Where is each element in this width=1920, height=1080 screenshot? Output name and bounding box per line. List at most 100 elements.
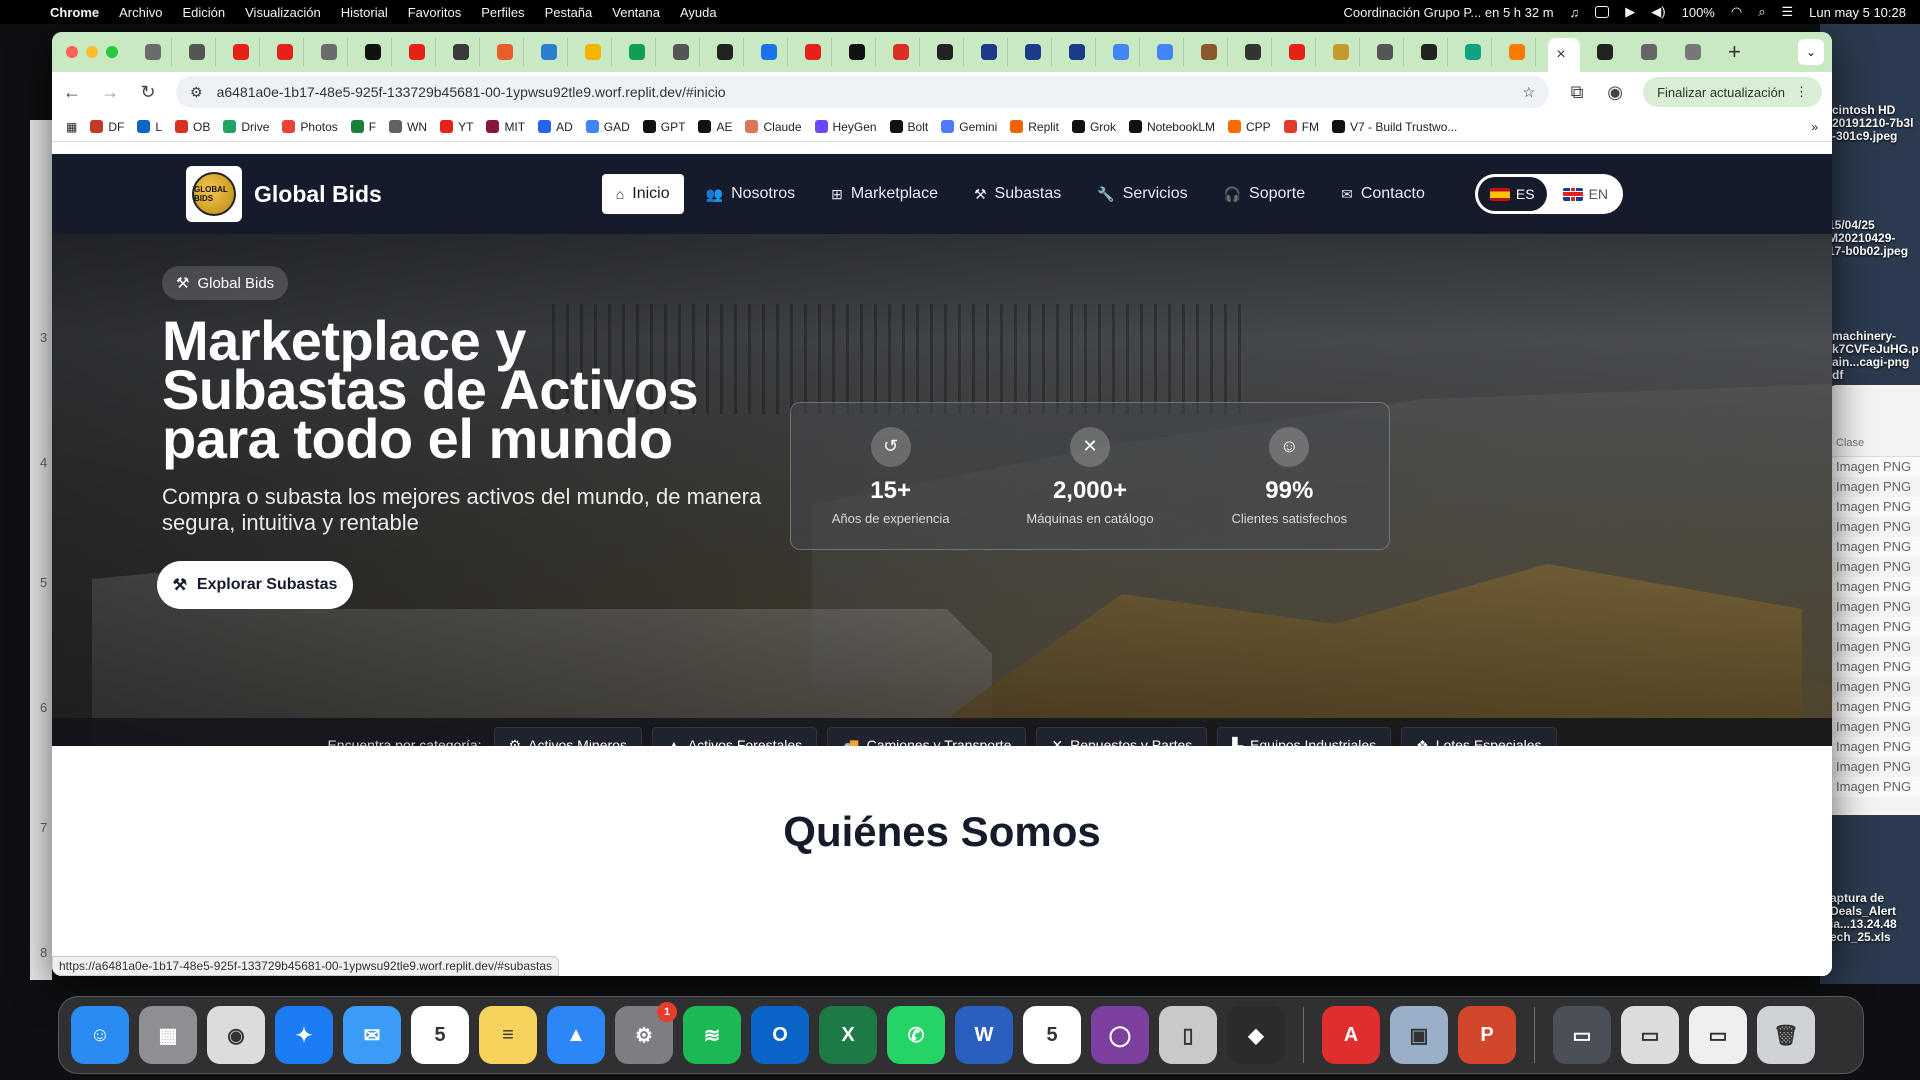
bookmark-wn[interactable]: WN xyxy=(389,120,427,134)
dock-system-settings-icon[interactable]: ⚙ 1 xyxy=(615,1002,677,1064)
bookmark-gad[interactable]: GAD xyxy=(585,120,630,134)
tab-misc[interactable] xyxy=(1636,38,1668,66)
finish-update-button[interactable]: Finalizar actualización ⋮ xyxy=(1643,77,1822,107)
dock-whatsapp-icon[interactable]: ✆ xyxy=(887,1006,945,1064)
dock-tool-app-icon[interactable]: ◆ xyxy=(1227,1006,1285,1064)
finder-row[interactable]: Imagen PNG xyxy=(1830,457,1920,477)
dock-preview-icon[interactable]: ▣ xyxy=(1390,1006,1448,1064)
nav-subastas[interactable]: ⚒ Subastas xyxy=(960,174,1075,214)
tab-active[interactable]: × xyxy=(1548,38,1580,72)
finder-row[interactable]: Imagen PNG xyxy=(1830,517,1920,537)
screen-mirror-icon[interactable] xyxy=(1595,6,1610,18)
browser-tab[interactable] xyxy=(1504,38,1536,66)
desktop-item-folder[interactable]: 15/04/25 M20210429- 17-b0b02.jpeg xyxy=(1828,219,1908,258)
finder-row[interactable]: Imagen PNG xyxy=(1830,757,1920,777)
bookmark-yt[interactable]: YT xyxy=(440,120,473,134)
browser-tab[interactable] xyxy=(1152,38,1184,66)
calendar-reminder[interactable]: Coordinación Grupo P... en 5 h 32 m xyxy=(1343,5,1553,20)
nav-inicio[interactable]: ⌂ Inicio xyxy=(601,174,684,214)
dock-trash-icon[interactable]: 🗑 xyxy=(1757,1006,1815,1064)
apple-icon[interactable] xyxy=(14,4,28,20)
tab-misc-2[interactable] xyxy=(1680,38,1712,66)
browser-tab[interactable] xyxy=(712,38,744,66)
bookmark-replit[interactable]: Replit xyxy=(1010,120,1059,134)
bookmark-ad[interactable]: AD xyxy=(538,120,573,134)
browser-tab[interactable] xyxy=(1460,38,1492,66)
finder-row[interactable]: Imagen PNG xyxy=(1830,777,1920,797)
menu-ventana[interactable]: Ventana xyxy=(612,5,660,20)
browser-tab[interactable] xyxy=(888,38,920,66)
browser-tab[interactable] xyxy=(668,38,700,66)
bookmark-l[interactable]: L xyxy=(137,120,162,134)
bookmark-bolt[interactable]: Bolt xyxy=(889,120,928,134)
menu-perfiles[interactable]: Perfiles xyxy=(481,5,524,20)
finder-row[interactable]: Imagen PNG xyxy=(1830,537,1920,557)
browser-tab[interactable] xyxy=(492,38,524,66)
play-icon[interactable]: ▶ xyxy=(1625,4,1635,20)
browser-tab[interactable] xyxy=(360,38,392,66)
dock-safari-icon[interactable]: ✦ xyxy=(275,1006,333,1064)
browser-tab[interactable] xyxy=(448,38,480,66)
more-bookmarks-icon[interactable]: » xyxy=(1811,120,1818,134)
finder-row[interactable]: Imagen PNG xyxy=(1830,657,1920,677)
browser-tab[interactable] xyxy=(316,38,348,66)
lang-es-button[interactable]: ES xyxy=(1477,177,1547,211)
browser-tab[interactable] xyxy=(932,38,964,66)
dock-recent-doc-3-icon[interactable]: ▭ xyxy=(1689,1006,1747,1064)
close-window-icon[interactable] xyxy=(66,46,78,58)
dock-keynote-icon[interactable]: ▲ xyxy=(547,1006,605,1064)
battery-percent[interactable]: 100% xyxy=(1682,5,1715,20)
browser-tab[interactable] xyxy=(272,38,304,66)
dock-acrobat-icon[interactable]: A xyxy=(1322,1006,1380,1064)
finder-row[interactable]: Imagen PNG xyxy=(1830,477,1920,497)
browser-tab[interactable] xyxy=(1064,38,1096,66)
bookmark-photos[interactable]: Photos xyxy=(282,120,338,134)
browser-tab[interactable] xyxy=(844,38,876,66)
bookmark-grok[interactable]: Grok xyxy=(1071,120,1116,134)
dock-mail-icon[interactable]: ✉ xyxy=(343,1006,401,1064)
new-tab-icon[interactable]: + xyxy=(1728,39,1741,65)
dock-outlook-icon[interactable]: O xyxy=(751,1006,809,1064)
browser-tab[interactable] xyxy=(1416,38,1448,66)
forward-icon[interactable]: → xyxy=(100,82,120,103)
bookmark-cpp[interactable]: CPP xyxy=(1228,120,1271,134)
dock-finder-icon[interactable]: ☺ xyxy=(71,1006,129,1064)
finder-row[interactable]: Imagen PNG xyxy=(1830,737,1920,757)
apps-grid-icon[interactable]: ▦ xyxy=(66,120,77,134)
bookmark-claude[interactable]: Claude xyxy=(745,120,802,134)
search-icon[interactable]: ⌕ xyxy=(1758,4,1765,20)
bookmark-gemini[interactable]: Gemini xyxy=(941,120,997,134)
browser-tab[interactable] xyxy=(976,38,1008,66)
browser-tab[interactable] xyxy=(756,38,788,66)
finder-row[interactable]: Imagen PNG xyxy=(1830,717,1920,737)
back-icon[interactable]: ← xyxy=(62,82,82,103)
menu-app-name[interactable]: Chrome xyxy=(50,5,99,20)
control-center-icon[interactable]: ☰ xyxy=(1781,4,1793,20)
dock-chrome-icon[interactable]: ◉ xyxy=(207,1006,265,1064)
finder-row[interactable]: Imagen PNG xyxy=(1830,677,1920,697)
site-logo[interactable]: GLOBAL BIDS Global Bids xyxy=(186,166,382,222)
reload-icon[interactable]: ↻ xyxy=(138,82,158,103)
zoom-window-icon[interactable] xyxy=(106,46,118,58)
dock-spotify-icon[interactable]: ≋ xyxy=(683,1006,741,1064)
browser-tab[interactable] xyxy=(1372,38,1404,66)
bookmark-heygen[interactable]: HeyGen xyxy=(814,120,877,134)
nav-nosotros[interactable]: 👥 Nosotros xyxy=(692,174,809,214)
menu-archivo[interactable]: Archivo xyxy=(119,5,162,20)
browser-tab[interactable] xyxy=(1284,38,1316,66)
bookmark-ae[interactable]: AE xyxy=(698,120,732,134)
menu-edicion[interactable]: Edición xyxy=(182,5,225,20)
browser-tab[interactable] xyxy=(536,38,568,66)
nav-servicios[interactable]: 🔧 Servicios xyxy=(1083,174,1201,214)
dock-calendar-icon[interactable]: 5 xyxy=(411,1006,469,1064)
menu-visualizacion[interactable]: Visualización xyxy=(245,5,321,20)
browser-tab[interactable] xyxy=(624,38,656,66)
bookmark-f[interactable]: F xyxy=(350,120,376,134)
bookmark-ob[interactable]: OB xyxy=(175,120,210,134)
browser-tab[interactable] xyxy=(580,38,612,66)
dock-numbers-icon[interactable]: 5 xyxy=(1023,1006,1081,1064)
browser-tab[interactable] xyxy=(140,38,172,66)
desktop-item-pdf[interactable]: machinery-k7CVFeJuHG.p ain...cagi-png df xyxy=(1832,330,1919,382)
minimize-window-icon[interactable] xyxy=(86,46,98,58)
address-bar[interactable]: ⚙ a6481a0e-1b17-48e5-925f-133729b45681-0… xyxy=(176,76,1550,108)
